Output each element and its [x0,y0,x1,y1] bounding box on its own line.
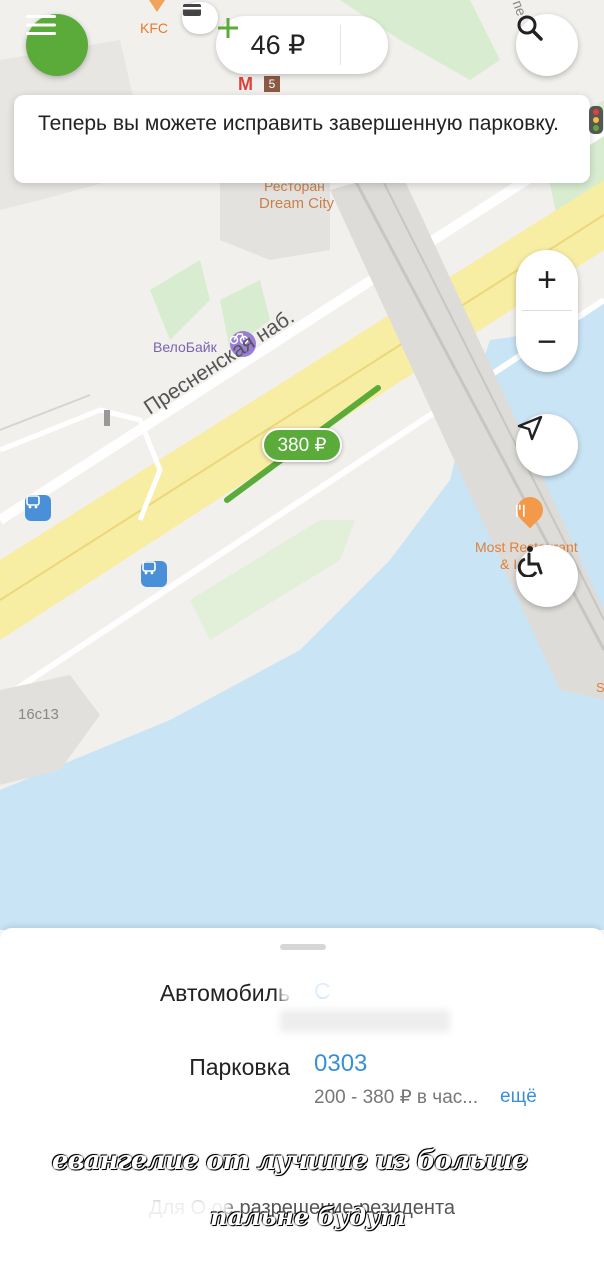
redaction-blur [280,972,510,1002]
menu-button[interactable] [26,14,88,76]
parking-price-tag[interactable]: 380 ₽ [262,428,342,462]
metro-line-badge: 5 [264,76,280,92]
accessibility-button[interactable] [516,545,578,607]
food-pin-icon [149,0,165,12]
search-icon [517,15,543,41]
zoom-out-button[interactable]: − [516,312,578,372]
info-toast: Теперь вы можете исправить завершенную п… [14,95,590,183]
zoom-in-button[interactable]: + [516,250,578,310]
locate-button[interactable] [516,414,578,476]
parking-rate: 200 - 380 ₽ в час... [314,1087,479,1108]
wheelchair-icon [517,546,543,577]
kfc-label: KFC [140,20,168,36]
parking-label: Парковка [189,1054,290,1080]
edge-label: S [596,680,604,695]
parking-details-sheet[interactable]: Автомобиль С Парковка 0303 200 - 380 ₽ в… [0,928,604,1280]
sheet-drag-handle[interactable] [280,944,326,950]
building-label: 16с13 [18,706,59,723]
zoom-out-label: − [537,323,557,361]
parking-zone-number[interactable]: 0303 [314,1050,367,1078]
balance-widget: 46 ₽ [216,16,388,74]
bus-stop-icon[interactable] [141,561,167,587]
map-view[interactable]: KFC M 5 Ресторан Dream City ВелоБайк Пре… [0,0,604,930]
restaurant-label-2: Dream City [259,195,335,212]
navigation-arrow-icon [517,415,543,441]
more-link[interactable]: ещё [500,1086,537,1108]
car-label: Автомобиль [159,980,290,1006]
traffic-light-icon[interactable] [589,106,603,134]
toast-message: Теперь вы можете исправить завершенную п… [38,112,560,135]
barrier-icon [104,410,110,426]
menu-icon [26,15,56,35]
plus-icon [218,18,238,38]
velobike-label: ВелоБайк [153,339,217,355]
redaction-blur [280,1010,450,1032]
card-icon [183,4,201,16]
handwritten-overlay: евангелие от лучшие из больше [52,1146,528,1176]
bus-stop-icon[interactable] [25,495,51,521]
zoom-in-label: + [537,261,557,299]
metro-icon: M [238,74,253,94]
search-button[interactable] [516,14,578,76]
zoom-control: + − [516,250,578,372]
card-button[interactable] [182,2,218,34]
balance-divider [340,25,341,65]
most-restaurant-label-2: & I [500,556,518,572]
handwritten-overlay-2: пальне будут [210,1202,406,1231]
zoom-divider [522,310,572,311]
